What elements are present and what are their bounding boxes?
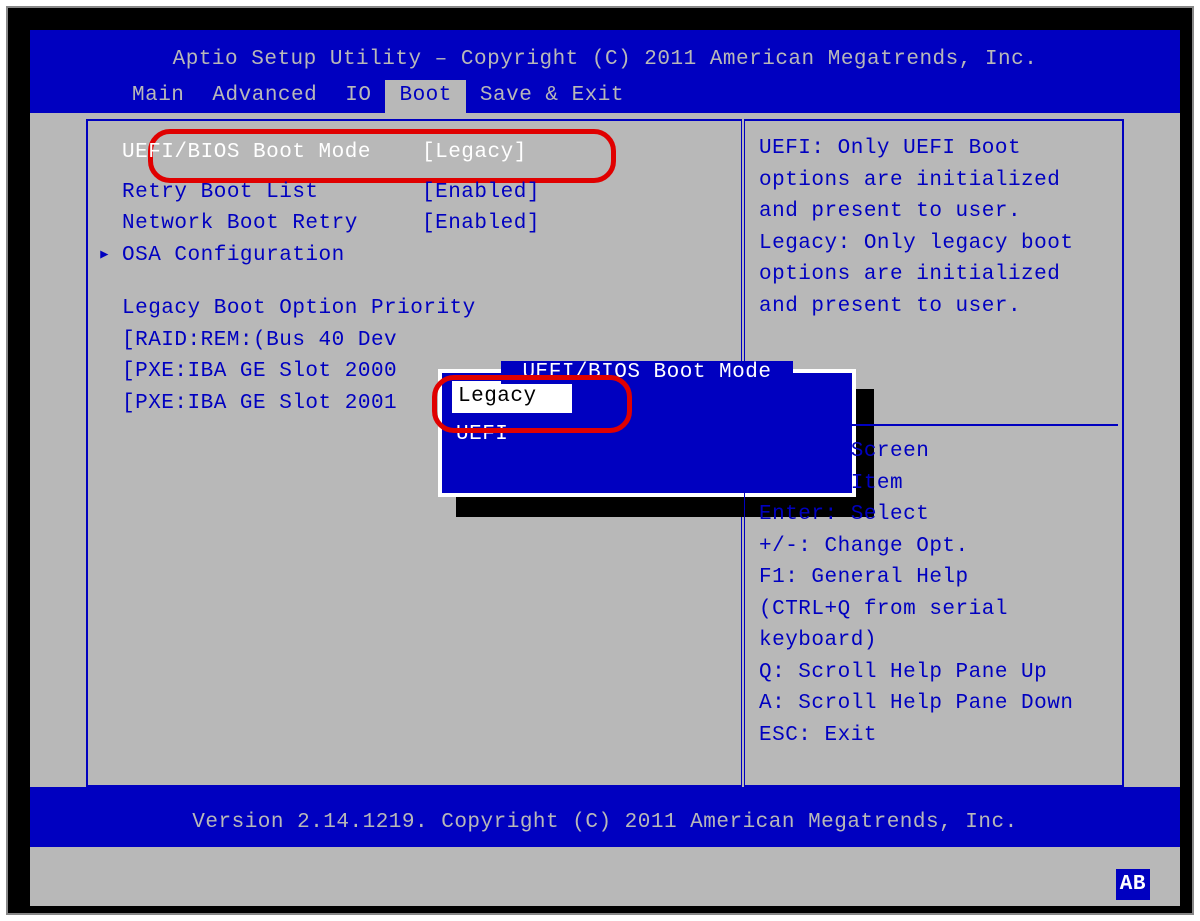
submenu-arrow-icon: ▸	[98, 240, 111, 272]
bios-screen: Aptio Setup Utility – Copyright (C) 2011…	[30, 30, 1180, 906]
corner-badge: AB	[1116, 869, 1150, 901]
osa-label: OSA Configuration	[122, 240, 422, 272]
bios-body: UEFI/BIOS Boot Mode [Legacy] Retry Boot …	[30, 113, 1180, 793]
setting-boot-mode[interactable]: UEFI/BIOS Boot Mode [Legacy]	[96, 137, 729, 169]
setting-retry-boot[interactable]: Retry Boot List [Enabled]	[96, 177, 729, 209]
setting-osa-configuration[interactable]: ▸ OSA Configuration	[96, 240, 729, 272]
keyhelp-a: A: Scroll Help Pane Down	[759, 688, 1104, 720]
keyhelp-f1: F1: General Help	[759, 562, 1104, 594]
tab-advanced[interactable]: Advanced	[198, 80, 331, 114]
keyhelp-screen: Select Screen	[759, 436, 1104, 468]
retry-boot-value: [Enabled]	[422, 177, 540, 209]
settings-pane: UEFI/BIOS Boot Mode [Legacy] Retry Boot …	[86, 119, 742, 787]
tab-io[interactable]: IO	[331, 80, 385, 114]
boot-mode-label: UEFI/BIOS Boot Mode	[122, 137, 422, 169]
bios-title: Aptio Setup Utility – Copyright (C) 2011…	[30, 30, 1180, 80]
setting-network-boot-retry[interactable]: Network Boot Retry [Enabled]	[96, 208, 729, 240]
boot-mode-value: [Legacy]	[422, 137, 527, 169]
help-pane: UEFI: Only UEFI Boot options are initial…	[744, 119, 1124, 787]
keyhelp-enter: Enter: Select	[759, 499, 1104, 531]
bios-footer: Version 2.14.1219. Copyright (C) 2011 Am…	[30, 787, 1180, 847]
bios-tabs: Main Advanced IO Boot Save & Exit	[30, 80, 1180, 114]
help-text: UEFI: Only UEFI Boot options are initial…	[759, 133, 1104, 322]
keyhelp-q: Q: Scroll Help Pane Up	[759, 657, 1104, 689]
keyhelp-ctrlq: (CTRL+Q from serial keyboard)	[759, 594, 1104, 657]
help-separator	[749, 424, 1118, 426]
keyhelp-change: +/-: Change Opt.	[759, 531, 1104, 563]
screenshot-frame: Aptio Setup Utility – Copyright (C) 2011…	[6, 6, 1194, 915]
retry-boot-label: Retry Boot List	[122, 177, 422, 209]
boot-priority-item[interactable]: [RAID:REM:(Bus 40 Dev	[96, 325, 729, 357]
tab-boot[interactable]: Boot	[385, 80, 465, 114]
bios-topbar: Aptio Setup Utility – Copyright (C) 2011…	[30, 30, 1180, 113]
priority-heading: Legacy Boot Option Priority	[96, 293, 729, 325]
keyhelp-item: Select Item	[759, 468, 1104, 500]
keyhelp-esc: ESC: Exit	[759, 720, 1104, 752]
tab-save-exit[interactable]: Save & Exit	[466, 80, 638, 114]
net-boot-label: Network Boot Retry	[122, 208, 422, 240]
net-boot-value: [Enabled]	[422, 208, 540, 240]
tab-main[interactable]: Main	[118, 80, 198, 114]
